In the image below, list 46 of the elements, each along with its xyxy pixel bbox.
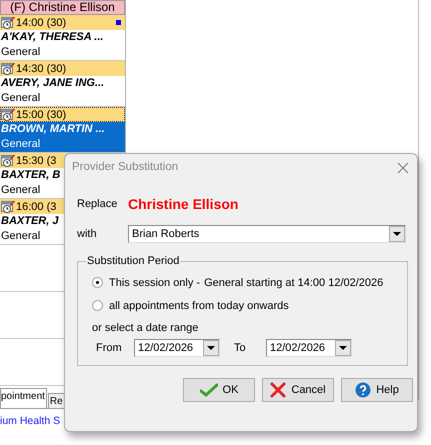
appointment-type: General bbox=[1, 91, 40, 106]
patient-name: BAXTER, B bbox=[1, 168, 60, 183]
ok-button[interactable]: OK bbox=[183, 378, 255, 402]
patient-name: BROWN, MARTIN ... bbox=[1, 122, 105, 137]
time-slot[interactable]: 14:30 (30) bbox=[0, 61, 125, 76]
from-label: From bbox=[95, 342, 123, 354]
time-slot[interactable]: 15:00 (30) bbox=[0, 107, 125, 122]
appointment-type: General bbox=[1, 183, 40, 198]
appointment-type: General bbox=[1, 229, 40, 244]
appointment-time: 15:30 (3 bbox=[16, 154, 56, 166]
checkmark-icon bbox=[200, 383, 218, 397]
help-icon bbox=[355, 382, 372, 398]
close-icon[interactable] bbox=[397, 162, 409, 174]
calendar-icon bbox=[1, 108, 15, 121]
session-detail: General starting at 14:00 12/02/2026 bbox=[204, 276, 384, 288]
patient-name: BAXTER, J bbox=[1, 214, 58, 229]
cancel-button[interactable]: Cancel bbox=[262, 378, 334, 402]
link[interactable]: ium Health S bbox=[0, 415, 60, 427]
range-hint: or select a date range bbox=[92, 321, 200, 336]
appointment-time: 15:00 (30) bbox=[16, 108, 66, 120]
option-label: all appointments from today onwards bbox=[109, 300, 289, 312]
help-button[interactable]: Help bbox=[341, 378, 413, 402]
provider-dropdown[interactable]: Brian Roberts bbox=[128, 225, 406, 243]
radio-button[interactable] bbox=[92, 300, 103, 311]
radio-button[interactable] bbox=[92, 277, 103, 288]
status-marker bbox=[116, 20, 121, 25]
appointment-type: General bbox=[1, 45, 40, 60]
replace-label: Replace bbox=[77, 198, 118, 210]
provider-name: Christine Ellison bbox=[128, 196, 238, 212]
from-date-field[interactable]: 12/02/2026 bbox=[134, 339, 220, 357]
cross-icon bbox=[270, 382, 286, 398]
appointment-time: 14:30 (30) bbox=[16, 62, 66, 74]
to-date-field[interactable]: 12/02/2026 bbox=[266, 339, 352, 357]
appointment-type: General bbox=[1, 137, 40, 152]
appointment-time: 14:00 (30) bbox=[16, 16, 66, 28]
tab[interactable]: Re bbox=[48, 393, 65, 408]
appointment-time: 16:00 (3 bbox=[16, 200, 56, 212]
with-label: with bbox=[77, 228, 98, 240]
to-label: To bbox=[233, 342, 247, 354]
option-label: This session only - bbox=[109, 276, 200, 288]
column-header: (F) Christine Ellison bbox=[0, 0, 125, 15]
patient-name: A'KAY, THERESA ... bbox=[1, 30, 104, 45]
patient-name: AVERY, JANE ING... bbox=[1, 76, 104, 91]
time-slot[interactable]: 14:00 (30) bbox=[0, 15, 125, 30]
tab[interactable]: pointment bbox=[0, 388, 47, 408]
group-title: Substitution Period bbox=[86, 255, 180, 267]
